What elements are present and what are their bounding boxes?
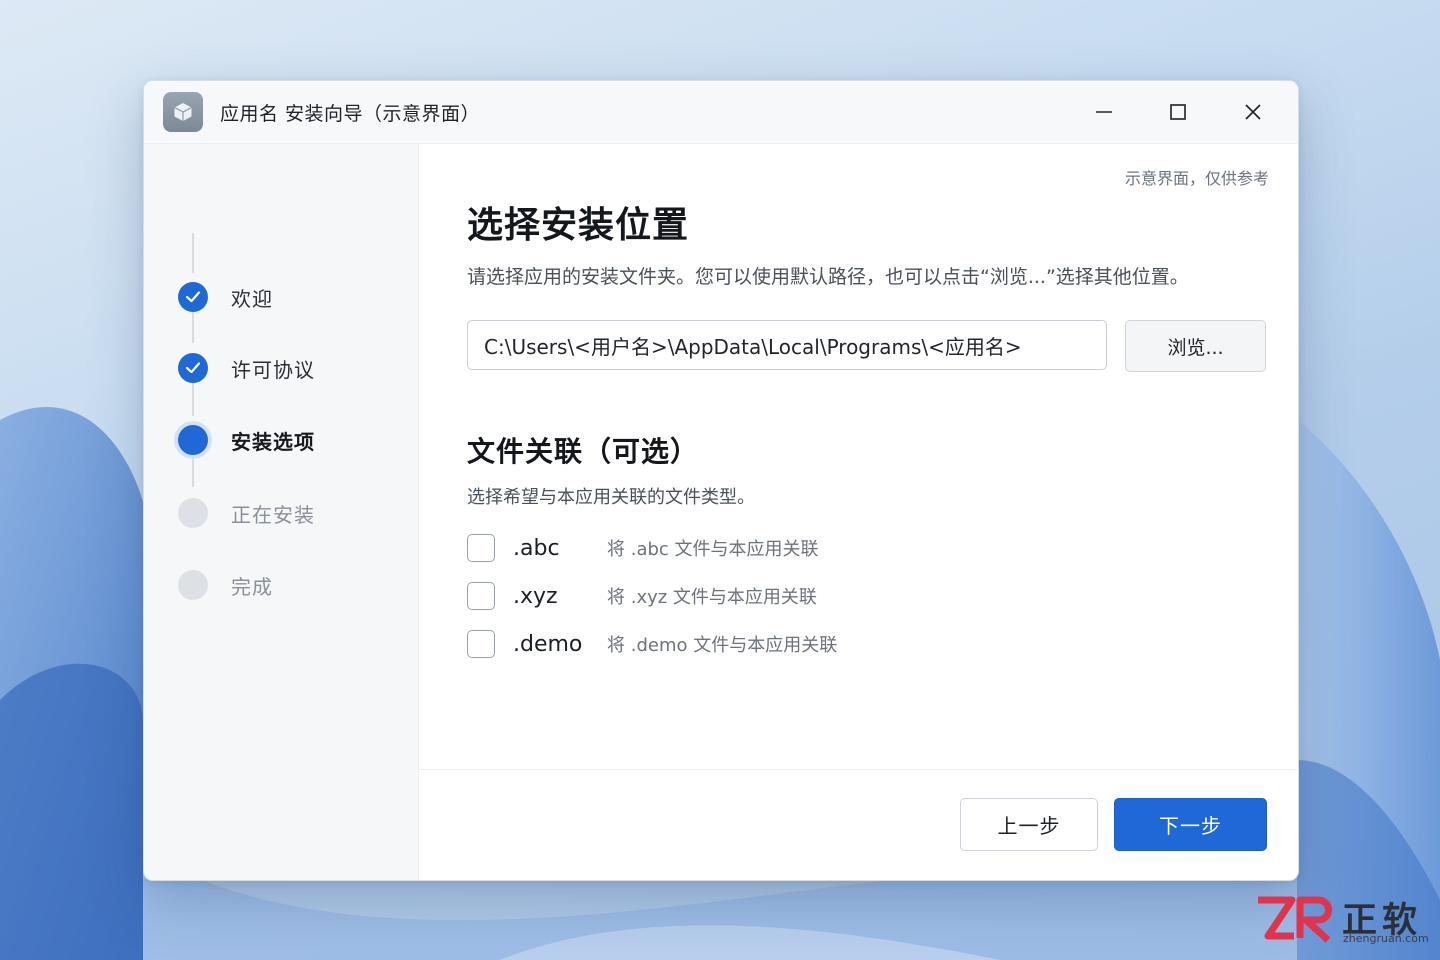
- sample-note: 示意界面，仅供参考: [1124, 169, 1269, 188]
- maximize-button[interactable]: [1158, 93, 1198, 131]
- extension-label: .xyz: [513, 583, 558, 609]
- minimize-icon: [1096, 111, 1112, 113]
- close-icon: [1245, 104, 1261, 120]
- step-pending-indicator: [178, 498, 208, 528]
- page-description: 请选择应用的安装文件夹。您可以使用默认路径，也可以点击“浏览...”选择其他位置…: [467, 266, 1189, 288]
- association-row-demo: .demo 将 .demo 文件与本应用关联: [467, 628, 837, 660]
- step-label: 完成: [231, 574, 273, 599]
- step-connector: [192, 233, 194, 273]
- association-section-title: 文件关联（可选）: [467, 435, 700, 468]
- step-label: 正在安装: [231, 502, 315, 527]
- extension-description: 将 .xyz 文件与本应用关联: [607, 587, 817, 608]
- step-finish: 完成: [178, 568, 273, 602]
- wizard-steps-sidebar: 欢迎 许可协议 安装选项 正在安装 完成: [144, 144, 419, 880]
- step-label: 欢迎: [231, 286, 273, 311]
- watermark-url: zhengruan.com: [1343, 932, 1429, 945]
- association-row-xyz: .xyz 将 .xyz 文件与本应用关联: [467, 580, 817, 612]
- extension-label: .demo: [513, 631, 583, 657]
- checkbox-abc[interactable]: [467, 534, 495, 562]
- step-install-options: 安装选项: [178, 423, 315, 457]
- association-row-abc: .abc 将 .abc 文件与本应用关联: [467, 532, 819, 564]
- page-title: 选择安装位置: [467, 205, 690, 246]
- maximize-icon: [1170, 104, 1186, 120]
- extension-description: 将 .demo 文件与本应用关联: [607, 635, 838, 656]
- step-current-indicator: [178, 425, 208, 455]
- zr-logo-icon: [1258, 896, 1332, 943]
- step-done-indicator: [178, 282, 208, 312]
- extension-description: 将 .abc 文件与本应用关联: [607, 539, 819, 560]
- checkmark-icon: [185, 362, 201, 374]
- step-installing: 正在安装: [178, 496, 315, 530]
- step-label: 安装选项: [231, 429, 315, 454]
- next-button[interactable]: 下一步: [1114, 798, 1267, 851]
- step-pending-indicator: [178, 570, 208, 600]
- wizard-footer: 上一步 下一步: [419, 769, 1298, 880]
- main-content: 示意界面，仅供参考 选择安装位置 请选择应用的安装文件夹。您可以使用默认路径，也…: [419, 144, 1298, 880]
- step-label: 许可协议: [231, 357, 315, 382]
- minimize-button[interactable]: [1084, 93, 1124, 131]
- brand-watermark: 正软 zhengruan.com: [1256, 892, 1429, 948]
- close-button[interactable]: [1233, 93, 1273, 131]
- package-box-icon: [163, 92, 203, 132]
- install-path-input[interactable]: [468, 321, 1106, 369]
- install-path-field[interactable]: [467, 320, 1107, 370]
- back-button[interactable]: 上一步: [960, 798, 1098, 851]
- checkmark-icon: [185, 291, 201, 303]
- extension-label: .abc: [513, 535, 560, 561]
- window-title: 应用名 安装向导（示意界面）: [220, 103, 481, 125]
- step-license: 许可协议: [178, 351, 315, 385]
- step-welcome: 欢迎: [178, 280, 273, 314]
- association-section-description: 选择希望与本应用关联的文件类型。: [467, 487, 755, 508]
- browse-button[interactable]: 浏览...: [1125, 320, 1266, 372]
- title-bar: 应用名 安装向导（示意界面）: [144, 81, 1298, 144]
- step-done-indicator: [178, 353, 208, 383]
- checkbox-demo[interactable]: [467, 630, 495, 658]
- checkbox-xyz[interactable]: [467, 582, 495, 610]
- installer-window: 应用名 安装向导（示意界面） 欢迎 许可协议 安装选项 正在安装 完成 示意界面…: [143, 80, 1299, 881]
